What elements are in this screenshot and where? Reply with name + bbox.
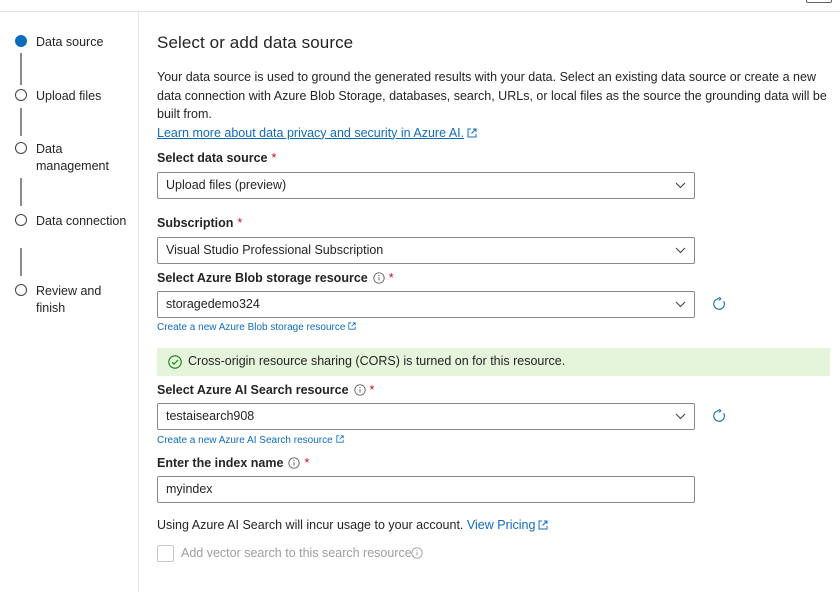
learn-more-text: Learn more about data privacy and securi… [157, 125, 465, 140]
data-source-label: Select data source * [157, 151, 276, 165]
required-marker: * [388, 271, 394, 285]
dropdown-value: Visual Studio Professional Subscription [166, 243, 384, 257]
note-text: Using Azure AI Search will incur usage t… [157, 518, 464, 532]
create-blob-link[interactable]: Create a new Azure Blob storage resource [157, 322, 357, 333]
subscription-label: Subscription * [157, 216, 242, 230]
learn-more-link[interactable]: Learn more about data privacy and securi… [157, 126, 464, 140]
chevron-down-icon [675, 413, 686, 420]
label-text: Enter the index name [157, 456, 284, 470]
blob-storage-label: Select Azure Blob storage resource * [157, 271, 394, 285]
step-label: Data source [36, 35, 104, 49]
pricing-note: Using Azure AI Search will incur usage t… [157, 518, 548, 532]
description-text: Your data source is used to ground the g… [157, 70, 827, 121]
required-marker: * [237, 216, 243, 230]
label-text: Select Azure AI Search resource [157, 383, 349, 397]
checkbox-label: Add vector search to this search resourc… [181, 546, 416, 560]
page-title: Select or add data source [157, 33, 354, 52]
external-link-icon [348, 322, 357, 330]
step-connector [20, 53, 22, 85]
blob-storage-dropdown[interactable]: storagedemo324 [157, 291, 695, 318]
ai-search-dropdown[interactable]: testaisearch908 [157, 403, 695, 430]
vector-search-checkbox[interactable] [157, 545, 174, 562]
dropdown-value: storagedemo324 [166, 297, 260, 311]
step-label: Upload files [36, 89, 102, 103]
step-label: Review and finish [36, 284, 102, 315]
step-active-indicator-icon [15, 35, 27, 47]
link-text: Create a new Azure Blob storage resource [157, 322, 346, 333]
ai-search-label: Select Azure AI Search resource * [157, 383, 374, 397]
refresh-search-icon[interactable] [712, 409, 726, 423]
wizard-stepper: Data source Upload files Data management… [0, 12, 139, 592]
required-marker: * [369, 383, 375, 397]
info-icon[interactable] [373, 272, 385, 284]
create-search-link[interactable]: Create a new Azure AI Search resource [157, 435, 344, 446]
info-icon[interactable] [288, 457, 301, 469]
step-indicator-icon [15, 89, 27, 101]
data-source-dropdown[interactable]: Upload files (preview) [157, 172, 695, 199]
cors-success-banner: Cross-origin resource sharing (CORS) is … [157, 348, 830, 376]
external-link-icon [538, 520, 548, 530]
subscription-dropdown[interactable]: Visual Studio Professional Subscription [157, 237, 695, 264]
chevron-down-icon [675, 182, 686, 189]
step-connector [20, 248, 22, 276]
label-text: Subscription [157, 216, 234, 230]
view-pricing-link[interactable]: View Pricing [467, 518, 536, 532]
required-marker: * [304, 456, 310, 470]
required-marker: * [271, 151, 277, 165]
step-indicator-icon [15, 284, 27, 296]
checkmark-circle-icon [168, 355, 182, 369]
step-label: Data management [36, 142, 109, 173]
info-icon[interactable] [411, 547, 423, 559]
external-link-icon [467, 128, 477, 137]
step-connector [20, 108, 22, 136]
banner-text: Cross-origin resource sharing (CORS) is … [188, 354, 566, 368]
link-text: View Pricing [466, 518, 536, 532]
label-text: Select data source [157, 151, 268, 165]
index-name-label: Enter the index name * [157, 456, 309, 470]
index-name-input[interactable]: myindex [157, 476, 695, 503]
step-indicator-icon [15, 142, 27, 154]
step-label: Data connection [36, 214, 127, 228]
info-icon[interactable] [353, 384, 366, 396]
window-control[interactable] [806, 0, 832, 3]
step-connector [20, 178, 22, 206]
external-link-icon [336, 435, 344, 443]
chevron-down-icon [675, 301, 686, 308]
refresh-blob-icon[interactable] [712, 297, 726, 311]
label-text: Select Azure Blob storage resource [157, 271, 368, 285]
dropdown-value: testaisearch908 [166, 409, 255, 423]
dropdown-value: Upload files (preview) [166, 178, 287, 192]
page-description: Your data source is used to ground the g… [157, 68, 832, 142]
chevron-down-icon [675, 247, 686, 254]
input-value: myindex [166, 482, 213, 496]
link-text: Create a new Azure AI Search resource [157, 435, 333, 446]
step-indicator-icon [15, 214, 27, 226]
